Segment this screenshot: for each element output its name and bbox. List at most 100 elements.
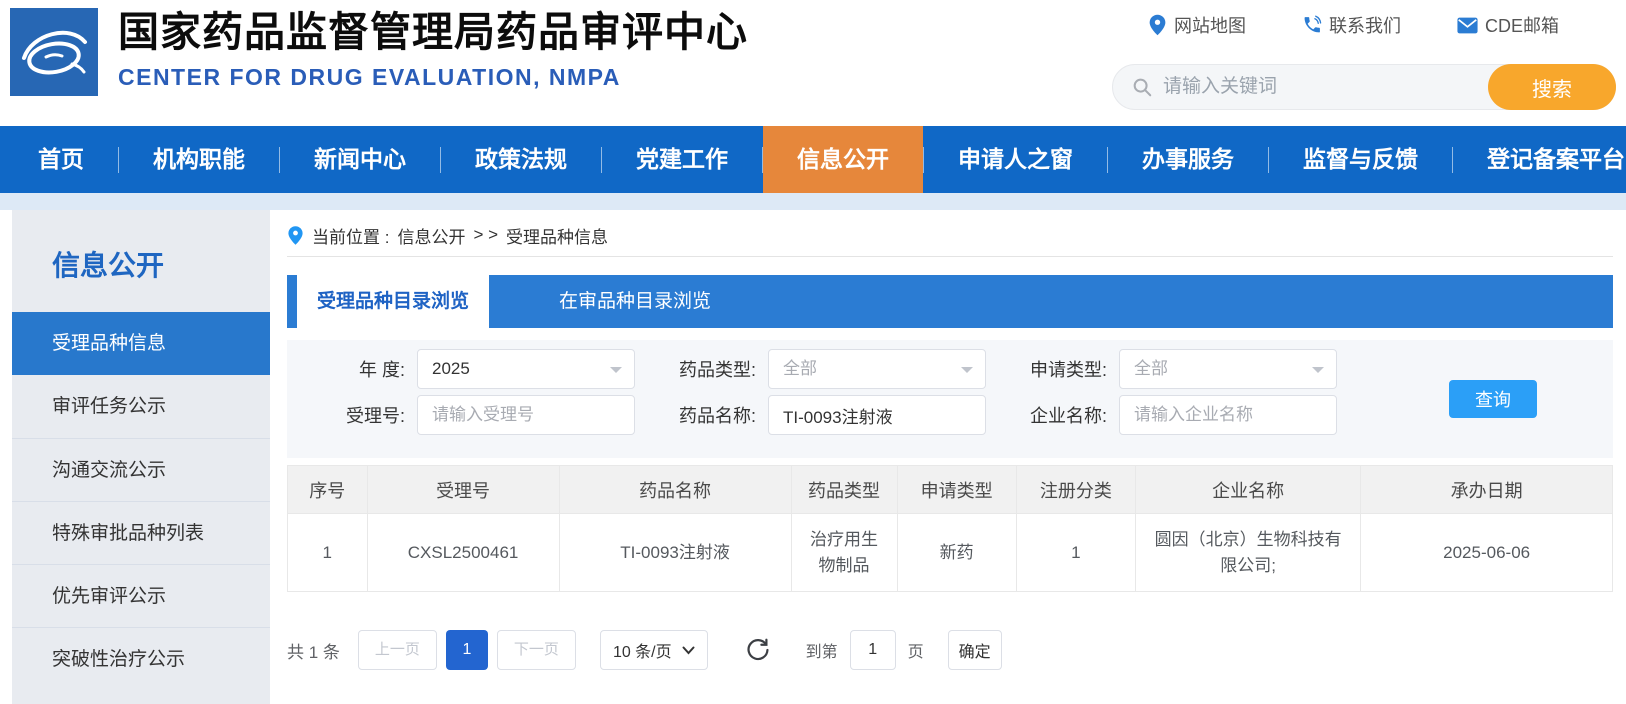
results-table: 序号 受理号 药品名称 药品类型 申请类型 注册分类 企业名称 承办日期 1 C… <box>287 465 1613 592</box>
sidebar-item-special-approval[interactable]: 特殊审批品种列表 <box>12 501 270 564</box>
location-pin-icon <box>1149 14 1166 36</box>
sitemap-link[interactable]: 网站地图 <box>1148 12 1246 38</box>
col-acceptance-no: 受理号 <box>366 465 560 514</box>
search-icon <box>1133 78 1152 97</box>
goto-label: 到第 <box>805 644 838 661</box>
nav-item-news[interactable]: 新闻中心 <box>280 126 440 193</box>
goto-page-input[interactable] <box>849 630 896 670</box>
mail-icon <box>1457 17 1478 33</box>
total-count: 共 1 条 <box>287 642 340 662</box>
col-apply-type: 申请类型 <box>896 465 1017 514</box>
next-page-button[interactable]: 下一页 <box>496 630 576 670</box>
site-title: 国家药品监督管理局药品审评中心 <box>118 9 748 55</box>
pagination: 共 1 条 上一页 1 下一页 10 条/页 到第 页 确定 <box>287 630 1613 670</box>
nav-item-home[interactable]: 首页 <box>4 126 118 193</box>
table-row: 1 CXSL2500461 TI-0093注射液 治疗用生物制品 新药 1 圆因… <box>287 513 1613 592</box>
breadcrumb-info-disclosure[interactable]: 信息公开 <box>397 223 465 248</box>
filter-drug-name: 药品名称: <box>663 395 986 435</box>
sidebar-item-review-tasks[interactable]: 审评任务公示 <box>12 375 270 438</box>
contact-link[interactable]: 联系我们 <box>1302 12 1401 38</box>
sidebar-title: 信息公开 <box>52 250 165 281</box>
drug-type-select[interactable]: 全部 <box>768 349 986 389</box>
sidebar-item-communication[interactable]: 沟通交流公示 <box>12 438 270 501</box>
filter-year: 年 度: 2025 <box>312 349 635 389</box>
year-label: 年 度: <box>358 360 405 380</box>
site-subtitle: CENTER FOR DRUG EVALUATION, NMPA <box>118 64 621 90</box>
nav-item-applicant-window[interactable]: 申请人之窗 <box>924 126 1107 193</box>
sidebar: 信息公开 受理品种信息 审评任务公示 沟通交流公示 特殊审批品种列表 优先审评公… <box>12 210 270 704</box>
sidebar-item-accepted-varieties[interactable]: 受理品种信息 <box>12 312 270 375</box>
acceptance-no-input[interactable] <box>418 396 634 434</box>
nav-item-functions[interactable]: 机构职能 <box>119 126 279 193</box>
page-size-select[interactable]: 10 条/页 <box>599 630 708 670</box>
nav-item-info-disclosure[interactable]: 信息公开 <box>763 126 923 193</box>
filter-drug-type: 药品类型: 全部 <box>663 349 986 389</box>
chevron-down-icon <box>682 646 695 654</box>
year-value: 2025 <box>432 359 470 378</box>
site-search: 搜索 <box>1112 64 1616 110</box>
col-date: 承办日期 <box>1360 465 1613 514</box>
breadcrumb-divider <box>287 256 1613 257</box>
cell-date: 2025-06-06 <box>1360 513 1613 592</box>
refresh-icon[interactable] <box>744 635 774 665</box>
cde-logo[interactable] <box>10 8 98 96</box>
drug-name-input[interactable] <box>769 396 985 434</box>
contact-label: 联系我们 <box>1329 16 1401 36</box>
apply-type-label: 申请类型: <box>1029 360 1107 380</box>
site-header: 国家药品监督管理局药品审评中心 CENTER FOR DRUG EVALUATI… <box>0 0 1626 126</box>
page-number-1[interactable]: 1 <box>445 630 488 670</box>
search-button[interactable]: 搜索 <box>1488 64 1616 110</box>
header-quick-links: 网站地图 联系我们 CDE邮箱 <box>1148 12 1559 38</box>
cell-apply-type: 新药 <box>896 513 1017 592</box>
chevron-down-icon <box>1312 367 1324 379</box>
nav-item-registration-platform[interactable]: 登记备案平台 <box>1453 126 1626 193</box>
filter-acceptance-no: 受理号: <box>312 395 635 435</box>
filter-row-1: 年 度: 2025 药品类型: 全部 申请类型: 全部 <box>312 349 1613 389</box>
breadcrumb-separator: > > <box>473 225 499 244</box>
main-nav: 首页 机构职能 新闻中心 政策法规 党建工作 信息公开 申请人之窗 办事服务 监… <box>0 126 1626 193</box>
drug-name-label: 药品名称: <box>678 406 756 426</box>
filter-row-2: 受理号: 药品名称: 企业名称: <box>312 395 1613 435</box>
breadcrumb-accepted-varieties[interactable]: 受理品种信息 <box>506 223 608 248</box>
nav-item-services[interactable]: 办事服务 <box>1108 126 1268 193</box>
goto-unit: 页 <box>907 644 924 661</box>
filter-apply-type: 申请类型: 全部 <box>1014 349 1337 389</box>
sidebar-item-priority-review[interactable]: 优先审评公示 <box>12 564 270 627</box>
apply-type-value: 全部 <box>1134 359 1168 378</box>
mail-link[interactable]: CDE邮箱 <box>1457 12 1559 38</box>
search-input[interactable] <box>1153 76 1488 98</box>
filter-panel: 年 度: 2025 药品类型: 全部 申请类型: 全部 受理号: 请输入受理号 … <box>287 340 1613 458</box>
phone-icon <box>1304 15 1322 33</box>
nav-item-party[interactable]: 党建工作 <box>602 126 762 193</box>
cell-seq: 1 <box>287 513 368 592</box>
acceptance-no-label: 受理号: <box>345 406 405 426</box>
catalog-tabs: 受理品种目录浏览 在审品种目录浏览 <box>287 275 1613 328</box>
tab-accepted-catalog[interactable]: 受理品种目录浏览 <box>297 275 489 328</box>
main-content: 当前位置 : 信息公开 > > 受理品种信息 受理品种目录浏览 在审品种目录浏览… <box>287 210 1613 704</box>
drug-type-label: 药品类型: <box>678 360 756 380</box>
prev-page-button[interactable]: 上一页 <box>357 630 437 670</box>
drug-type-value: 全部 <box>783 359 817 378</box>
year-select[interactable]: 2025 <box>417 349 635 389</box>
table-header-row: 序号 受理号 药品名称 药品类型 申请类型 注册分类 企业名称 承办日期 <box>287 465 1613 514</box>
tab-under-review-catalog[interactable]: 在审品种目录浏览 <box>489 275 781 328</box>
cell-company: 圆因（北京）生物科技有限公司; <box>1134 513 1362 592</box>
query-button[interactable]: 查询 <box>1449 380 1537 418</box>
cell-acceptance-no: CXSL2500461 <box>366 513 560 592</box>
apply-type-select[interactable]: 全部 <box>1119 349 1337 389</box>
company-input[interactable] <box>1120 396 1336 434</box>
filter-company: 企业名称: <box>1014 395 1337 435</box>
col-company: 企业名称 <box>1134 465 1362 514</box>
col-drug-type: 药品类型 <box>790 465 898 514</box>
brand-block: 国家药品监督管理局药品审评中心 CENTER FOR DRUG EVALUATI… <box>118 6 748 91</box>
confirm-button[interactable]: 确定 <box>947 630 1002 670</box>
drug-name-field <box>768 395 986 435</box>
nav-item-supervision[interactable]: 监督与反馈 <box>1269 126 1452 193</box>
col-drug-name: 药品名称 <box>558 465 792 514</box>
cell-drug-type: 治疗用生物制品 <box>790 513 898 592</box>
col-seq: 序号 <box>287 465 368 514</box>
acceptance-no-field <box>417 395 635 435</box>
nav-item-policies[interactable]: 政策法规 <box>441 126 601 193</box>
sitemap-label: 网站地图 <box>1174 16 1246 36</box>
sidebar-item-breakthrough-therapy[interactable]: 突破性治疗公示 <box>12 627 270 690</box>
